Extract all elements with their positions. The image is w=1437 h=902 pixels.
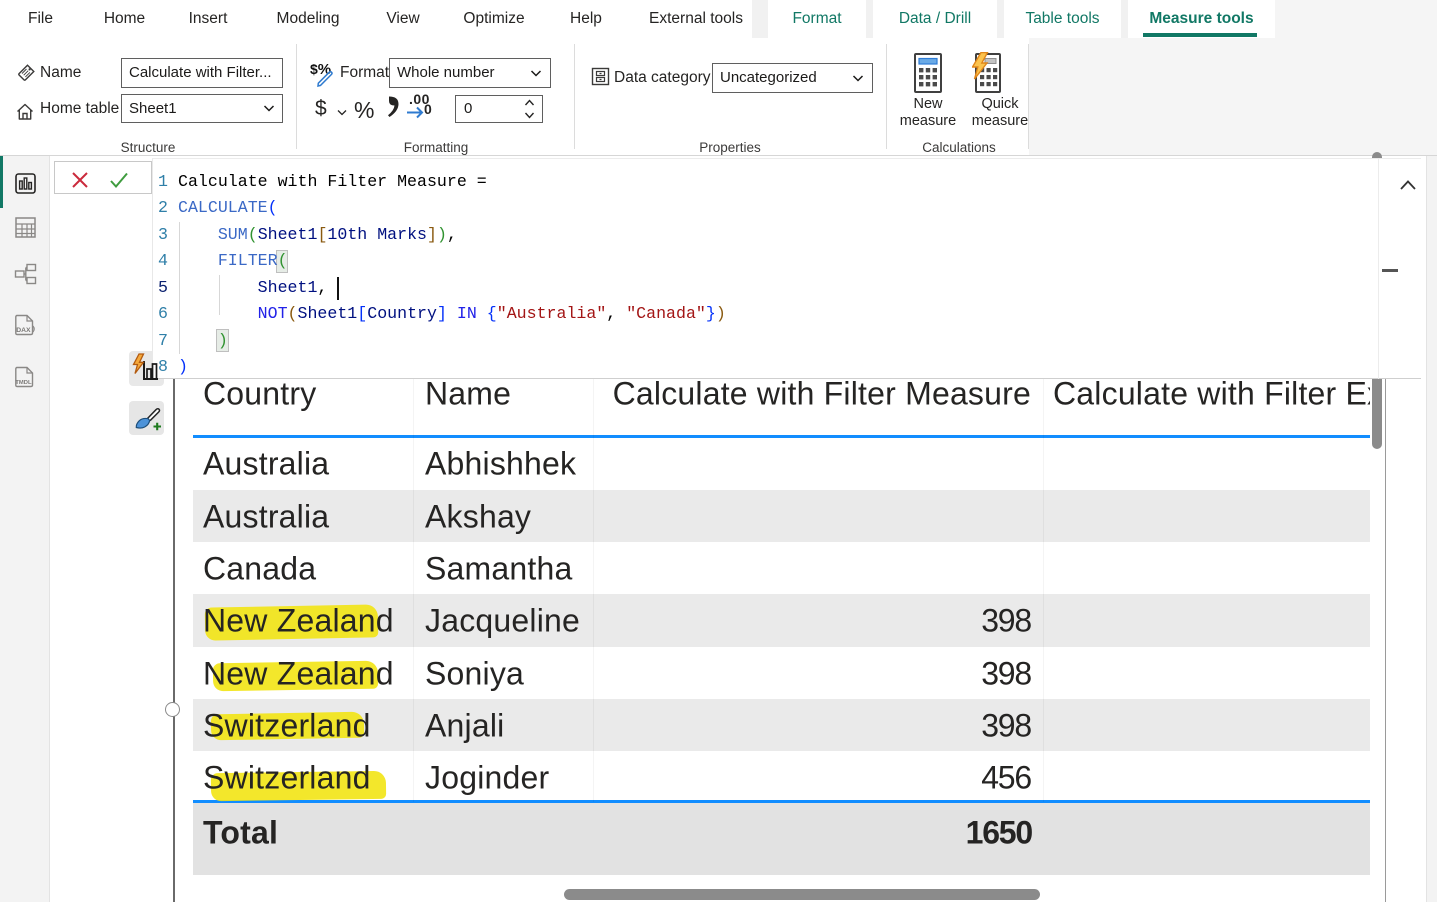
svg-text:DAX: DAX — [16, 327, 31, 334]
svg-text:TMDL: TMDL — [15, 380, 32, 386]
